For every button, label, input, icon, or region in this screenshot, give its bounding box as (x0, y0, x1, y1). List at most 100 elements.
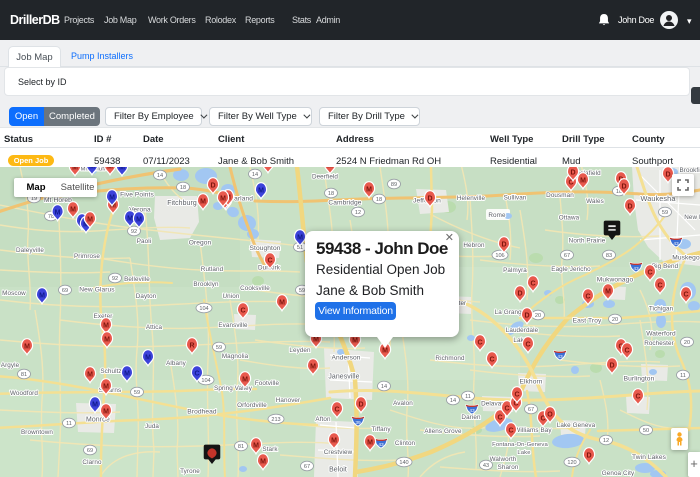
svg-text:69: 69 (62, 288, 68, 294)
svg-text:Hebron: Hebron (463, 242, 485, 249)
svg-text:Helenville: Helenville (457, 195, 486, 202)
svg-text:Union: Union (223, 293, 240, 300)
svg-text:O: O (547, 412, 553, 419)
svg-text:20: 20 (684, 340, 690, 346)
svg-text:Cooksville: Cooksville (240, 285, 270, 292)
svg-text:43: 43 (673, 241, 679, 247)
svg-text:M: M (87, 372, 93, 379)
svg-text:M: M (70, 207, 76, 214)
svg-text:C: C (647, 270, 652, 277)
svg-text:R: R (189, 343, 194, 350)
svg-text:D: D (517, 291, 522, 298)
svg-text:Tichigan: Tichigan (649, 306, 674, 313)
svg-text:M: M (24, 344, 30, 351)
svg-text:Tyrone: Tyrone (180, 468, 200, 475)
svg-text:M: M (55, 210, 61, 217)
svg-text:Moscow: Moscow (2, 290, 26, 297)
svg-text:Richmond: Richmond (435, 355, 465, 362)
svg-text:Deerfield: Deerfield (312, 174, 338, 181)
svg-text:39: 39 (355, 420, 361, 426)
svg-text:Afton: Afton (315, 416, 331, 423)
svg-text:C: C (683, 292, 688, 299)
svg-text:Eagle Jericho: Eagle Jericho (551, 266, 591, 273)
svg-text:M: M (103, 323, 109, 330)
svg-text:Brooklyn: Brooklyn (193, 281, 219, 288)
svg-text:Orfordville: Orfordville (237, 402, 267, 409)
svg-text:C: C (497, 415, 502, 422)
svg-text:M: M (124, 371, 130, 378)
svg-text:Elkhorn: Elkhorn (519, 378, 542, 385)
svg-text:D: D (570, 170, 575, 177)
svg-text:New Glarus: New Glarus (79, 286, 115, 293)
svg-text:M: M (103, 384, 109, 391)
svg-text:213: 213 (271, 417, 280, 423)
svg-text:Oregon: Oregon (189, 239, 212, 246)
svg-text:Lake: Lake (517, 450, 531, 456)
svg-text:C: C (334, 407, 339, 414)
svg-text:69: 69 (87, 448, 93, 454)
svg-text:M: M (87, 217, 93, 224)
svg-text:Stoughton: Stoughton (250, 245, 281, 252)
svg-text:Ottawa: Ottawa (559, 215, 580, 222)
svg-text:59: 59 (662, 210, 668, 216)
svg-text:Rochester: Rochester (644, 340, 674, 347)
svg-text:89: 89 (391, 182, 397, 188)
svg-text:43: 43 (483, 463, 489, 469)
svg-text:18: 18 (180, 185, 186, 191)
svg-text:Brodhead: Brodhead (187, 408, 217, 415)
svg-text:D: D (524, 313, 529, 320)
svg-text:C: C (635, 394, 640, 401)
svg-text:M: M (119, 167, 125, 172)
svg-text:D: D (501, 242, 506, 249)
svg-text:Fitchburg: Fitchburg (167, 200, 197, 207)
svg-text:Woodford: Woodford (10, 390, 38, 397)
svg-text:92: 92 (112, 276, 118, 282)
svg-text:59: 59 (216, 345, 222, 351)
svg-text:M: M (253, 443, 259, 450)
svg-text:Stark: Stark (262, 446, 278, 453)
svg-text:Argyle: Argyle (1, 362, 20, 369)
svg-text:Crestview: Crestview (324, 449, 353, 456)
svg-text:M: M (310, 364, 316, 371)
svg-text:C: C (514, 392, 519, 399)
svg-text:M: M (103, 409, 109, 416)
svg-text:M: M (382, 348, 388, 355)
svg-text:106: 106 (495, 253, 504, 259)
svg-text:Leyden: Leyden (289, 347, 311, 354)
svg-text:43: 43 (633, 266, 639, 272)
svg-text:C: C (508, 428, 513, 435)
svg-text:C: C (530, 281, 535, 288)
svg-text:M: M (109, 195, 115, 202)
svg-text:Walworth: Walworth (490, 456, 517, 463)
svg-text:M: M (242, 377, 248, 384)
svg-text:Cambridge: Cambridge (328, 199, 361, 206)
svg-text:C: C (194, 371, 199, 378)
svg-text:M: M (265, 167, 271, 169)
svg-text:Rutland: Rutland (201, 266, 224, 273)
svg-text:C: C (585, 294, 590, 301)
svg-text:C: C (240, 308, 245, 315)
svg-text:43: 43 (557, 354, 563, 360)
svg-text:11: 11 (66, 421, 72, 427)
svg-text:Rome: Rome (488, 212, 506, 219)
svg-text:Waterford: Waterford (646, 330, 676, 337)
svg-text:43: 43 (469, 408, 475, 414)
svg-text:M: M (366, 187, 372, 194)
svg-text:Primrose: Primrose (74, 253, 100, 260)
svg-text:M: M (605, 289, 611, 296)
svg-text:14: 14 (381, 384, 387, 390)
svg-text:D: D (586, 453, 591, 460)
svg-text:104: 104 (199, 306, 208, 312)
svg-text:East Troy: East Troy (573, 317, 602, 324)
svg-text:11: 11 (465, 394, 471, 400)
svg-text:Williams Bay: Williams Bay (514, 427, 552, 434)
svg-text:67: 67 (564, 253, 570, 259)
svg-text:81: 81 (21, 372, 27, 378)
svg-text:83: 83 (606, 253, 612, 259)
svg-text:M: M (260, 459, 266, 466)
svg-text:M: M (92, 402, 98, 409)
svg-text:Allens Grove: Allens Grove (424, 428, 462, 435)
svg-text:Browntown: Browntown (21, 429, 53, 436)
svg-text:M: M (39, 293, 45, 300)
svg-text:M: M (220, 196, 226, 203)
